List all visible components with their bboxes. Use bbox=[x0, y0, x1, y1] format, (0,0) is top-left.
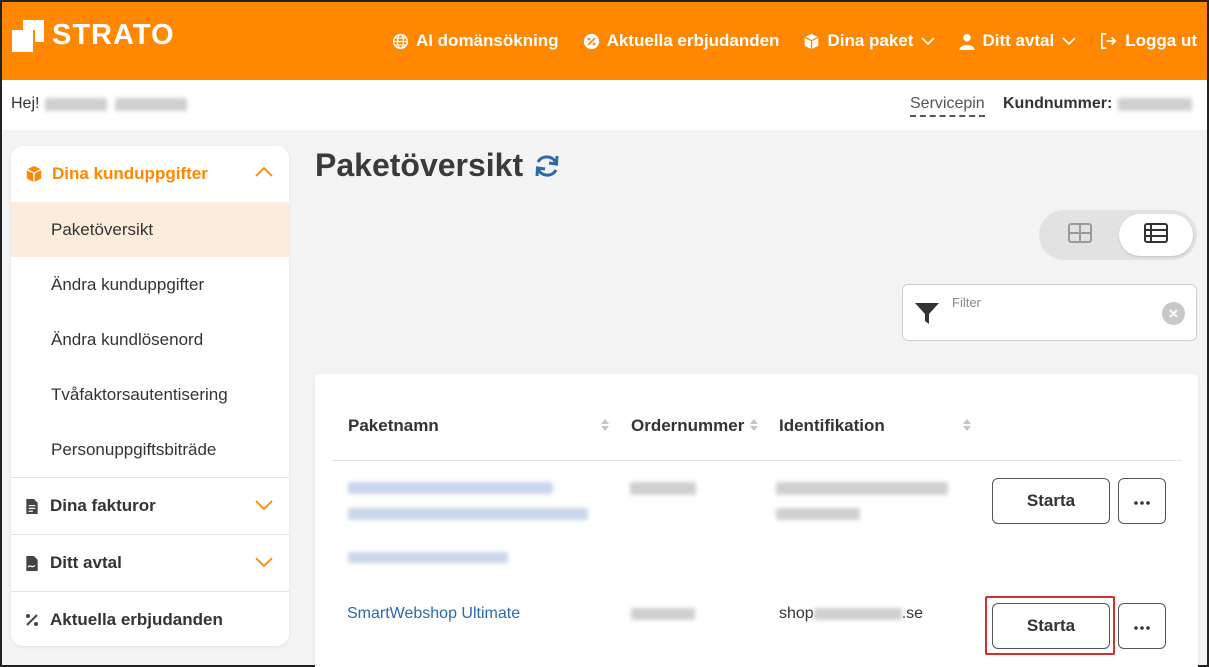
strato-logo[interactable]: STRATO bbox=[12, 19, 175, 52]
more-options-button[interactable] bbox=[1118, 603, 1166, 649]
column-header-order-number[interactable]: Ordernummer bbox=[631, 416, 744, 436]
list-icon bbox=[1144, 222, 1168, 248]
filter-icon bbox=[915, 303, 939, 325]
brand-name: STRATO bbox=[52, 19, 175, 51]
refresh-icon[interactable] bbox=[533, 152, 561, 180]
sidebar-section-label: Dina kunduppgifter bbox=[52, 164, 208, 183]
logout-icon bbox=[1100, 33, 1118, 49]
sidebar-item-package-overview[interactable]: Paketöversikt bbox=[11, 202, 289, 257]
sort-icon[interactable] bbox=[749, 418, 759, 432]
column-header-identification[interactable]: Identifikation bbox=[779, 416, 885, 436]
sidebar-section-contract-label: Ditt avtal bbox=[50, 553, 122, 572]
sidebar-section-invoices-label: Dina fakturor bbox=[50, 496, 156, 515]
redacted-package-name[interactable] bbox=[348, 482, 553, 494]
sidebar: Dina kunduppgifter Paketöversikt Ändra k… bbox=[11, 146, 289, 646]
package-table-card: Paketnamn Ordernummer Identifikation Sta… bbox=[315, 374, 1198, 667]
sidebar-section-customer-details[interactable]: Dina kunduppgifter bbox=[11, 146, 289, 202]
ellipsis-icon bbox=[1134, 492, 1150, 510]
package-icon bbox=[25, 165, 43, 183]
chevron-down-icon bbox=[255, 500, 273, 511]
sidebar-section-current-offers[interactable]: Aktuella erbjudanden bbox=[11, 591, 289, 646]
nav-current-offers[interactable]: Aktuella erbjudanden bbox=[583, 31, 780, 51]
sub-bar: Hej! Servicepin Kundnummer: bbox=[2, 80, 1207, 130]
globe-icon bbox=[392, 33, 409, 50]
grid-view-button[interactable] bbox=[1043, 214, 1117, 256]
start-button[interactable]: Starta bbox=[992, 603, 1110, 649]
redacted-surname bbox=[115, 97, 188, 111]
package-name-link[interactable]: SmartWebshop Ultimate bbox=[347, 605, 520, 623]
top-bar: STRATO AI domänsökning Aktuella erbjudan… bbox=[2, 2, 1207, 80]
sidebar-item-data-processor[interactable]: Personuppgiftsbiträde bbox=[11, 422, 289, 477]
nav-current-offers-label: Aktuella erbjudanden bbox=[606, 31, 780, 50]
customer-number: Kundnummer: bbox=[1003, 95, 1193, 113]
redacted-package-name-line2 bbox=[348, 508, 588, 520]
table-header-divider bbox=[332, 460, 1182, 461]
customer-number-label: Kundnummer: bbox=[1003, 95, 1113, 112]
identification-value: shop .se bbox=[779, 605, 923, 623]
more-options-button[interactable] bbox=[1118, 478, 1166, 524]
servicepin-link[interactable]: Servicepin bbox=[910, 95, 985, 117]
page-title: Paketöversikt bbox=[315, 147, 561, 184]
identification-suffix: .se bbox=[901, 605, 924, 622]
sidebar-section-contract[interactable]: Ditt avtal bbox=[11, 534, 289, 591]
clear-filter-icon[interactable] bbox=[1162, 302, 1185, 325]
filter-field[interactable]: Filter bbox=[902, 284, 1197, 341]
redacted-name bbox=[45, 97, 108, 111]
nav-your-packages[interactable]: Dina paket bbox=[803, 31, 936, 51]
redacted-customer-number bbox=[1118, 97, 1193, 111]
nav-logout[interactable]: Logga ut bbox=[1100, 31, 1197, 51]
grid-icon bbox=[1068, 222, 1092, 248]
identification-prefix: shop bbox=[779, 605, 814, 622]
view-toggle bbox=[1039, 210, 1197, 260]
page-title-text: Paketöversikt bbox=[315, 147, 524, 183]
nav-ai-domain-search[interactable]: AI domänsökning bbox=[392, 31, 559, 51]
redacted-domain bbox=[813, 608, 902, 620]
nav-your-contract-label: Ditt avtal bbox=[982, 31, 1055, 50]
sidebar-section-current-offers-label: Aktuella erbjudanden bbox=[50, 610, 223, 629]
start-button[interactable]: Starta bbox=[992, 478, 1110, 524]
sidebar-item-change-password[interactable]: Ändra kundlösenord bbox=[11, 312, 289, 367]
chevron-up-icon bbox=[255, 166, 273, 177]
redacted-identification-line2 bbox=[776, 508, 860, 520]
nav-your-packages-label: Dina paket bbox=[827, 31, 914, 50]
filter-placeholder: Filter bbox=[952, 295, 981, 310]
greeting: Hej! bbox=[11, 95, 188, 113]
redacted-order-number bbox=[630, 482, 696, 495]
greeting-text: Hej! bbox=[11, 95, 40, 112]
invoice-icon bbox=[25, 498, 39, 515]
redacted-order-number bbox=[631, 608, 695, 620]
package-icon bbox=[803, 33, 820, 50]
nav-your-contract[interactable]: Ditt avtal bbox=[959, 31, 1076, 51]
user-icon bbox=[959, 33, 975, 50]
percent-badge-icon bbox=[583, 33, 600, 50]
redacted-identification bbox=[776, 482, 948, 495]
strato-logo-mark bbox=[12, 19, 44, 52]
list-view-button[interactable] bbox=[1119, 214, 1193, 256]
nav-logout-label: Logga ut bbox=[1125, 31, 1197, 50]
main-nav: AI domänsökning Aktuella erbjudanden Din… bbox=[392, 2, 1197, 80]
chevron-down-icon bbox=[255, 557, 273, 568]
chevron-down-icon bbox=[921, 36, 936, 46]
column-header-package-name[interactable]: Paketnamn bbox=[348, 416, 439, 436]
ellipsis-icon bbox=[1134, 617, 1150, 635]
sidebar-item-two-factor-auth[interactable]: Tvåfaktorsautentisering bbox=[11, 367, 289, 422]
redacted-package-subname[interactable] bbox=[348, 552, 508, 563]
nav-ai-domain-search-label: AI domänsökning bbox=[415, 31, 559, 50]
sidebar-item-edit-customer-details[interactable]: Ändra kunduppgifter bbox=[11, 257, 289, 312]
sort-icon[interactable] bbox=[962, 418, 972, 432]
percent-icon bbox=[25, 613, 39, 627]
chevron-down-icon bbox=[1062, 36, 1076, 46]
sort-icon[interactable] bbox=[600, 418, 610, 432]
sidebar-section-invoices[interactable]: Dina fakturor bbox=[11, 477, 289, 534]
contract-icon bbox=[25, 555, 39, 572]
